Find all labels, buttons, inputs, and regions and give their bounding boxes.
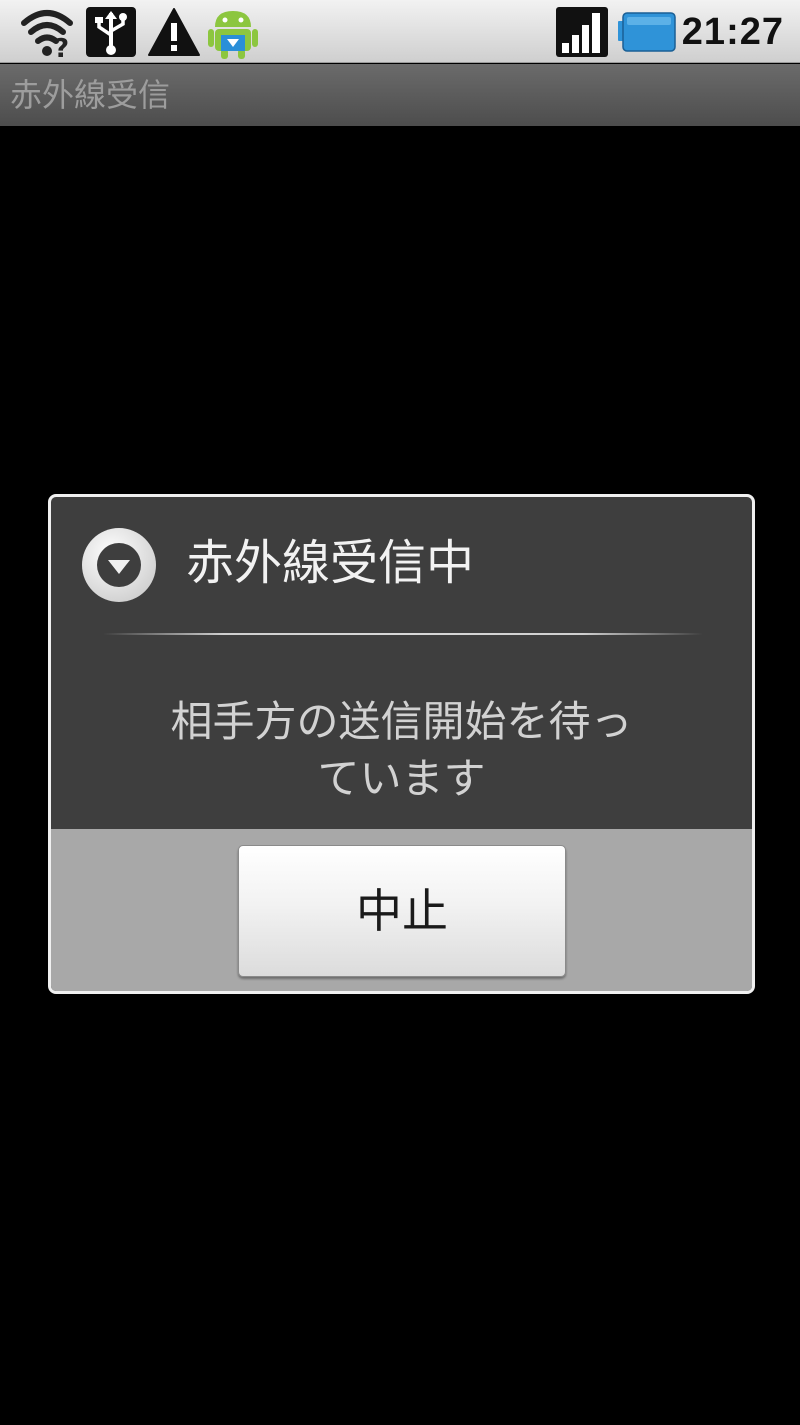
signal-strength-icon <box>556 5 608 59</box>
status-bar[interactable]: ? 21:27 <box>0 0 800 63</box>
battery-icon <box>618 5 676 59</box>
dialog-message: 相手方の送信開始を待っ ています <box>51 693 752 807</box>
dialog-divider <box>103 633 703 635</box>
abort-button[interactable]: 中止 <box>238 845 566 977</box>
wifi-question-icon: ? <box>20 5 74 59</box>
dialog-message-line-2: ています <box>317 754 486 803</box>
dialog-header: 赤外線受信中 <box>51 497 752 635</box>
app-title: 赤外線受信 <box>10 76 171 114</box>
dialog-button-bar: 中止 <box>51 829 752 991</box>
dropdown-circle-icon <box>80 526 158 604</box>
dialog-title: 赤外線受信中 <box>186 535 475 591</box>
android-download-icon <box>205 5 261 59</box>
svg-text:?: ? <box>54 34 69 59</box>
usb-icon <box>85 5 137 59</box>
warning-icon <box>146 5 202 59</box>
app-title-bar: 赤外線受信 <box>0 64 800 126</box>
status-clock: 21:27 <box>681 11 784 53</box>
dialog-message-line-1: 相手方の送信開始を待っ <box>170 697 633 746</box>
receive-dialog: 赤外線受信中 相手方の送信開始を待っ ています 中止 <box>48 494 755 994</box>
